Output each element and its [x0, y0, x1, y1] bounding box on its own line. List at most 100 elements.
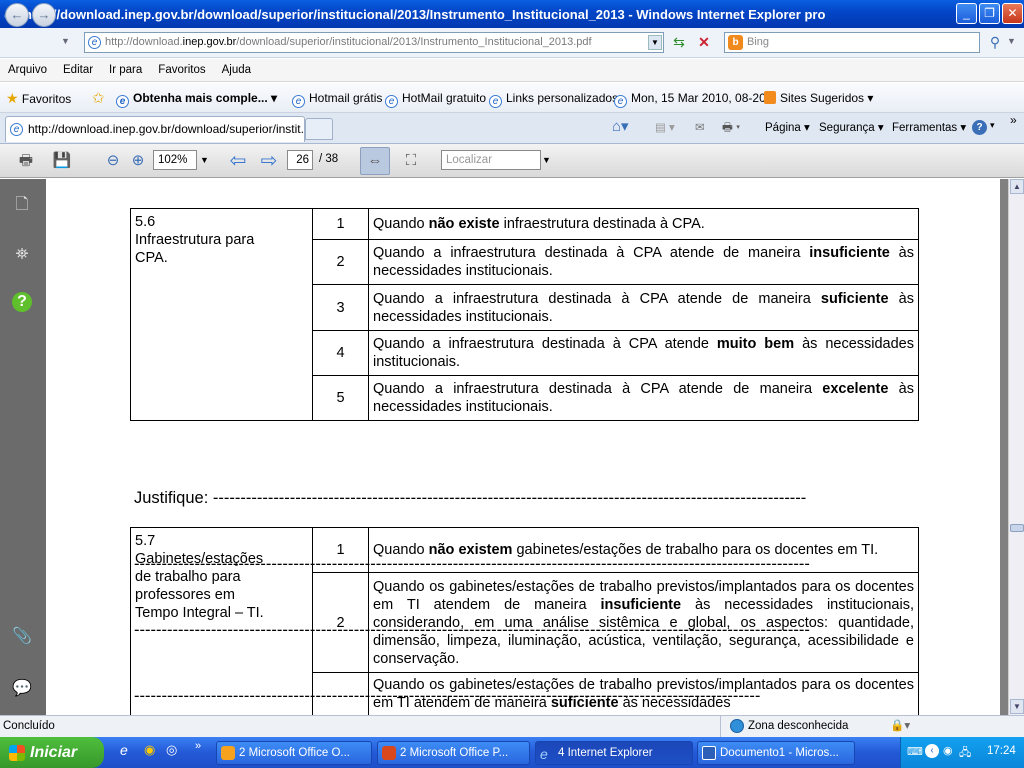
rating-number: 1 — [312, 208, 369, 240]
help-dropdown-icon[interactable]: ▾ — [990, 120, 995, 131]
mail-icon[interactable]: ✉ — [695, 120, 705, 134]
fav-item-obtenha[interactable]: e Obtenha mais comple... ▾ — [116, 91, 277, 108]
feeds-icon[interactable]: ▤ ▾ — [655, 120, 675, 134]
menu-bar: Arquivo Editar Ir para Favoritos Ajuda — [0, 59, 1024, 82]
stop-icon[interactable]: ✕ — [694, 32, 714, 53]
tray-expand-icon[interactable]: ‹ — [925, 744, 939, 758]
favorites-button[interactable]: ★ Favoritos — [6, 90, 71, 107]
fit-page-icon[interactable]: ⛶ — [400, 150, 422, 172]
menu-ferramentas[interactable]: Ferramentas ▾ — [892, 120, 966, 134]
start-button[interactable]: Iniciar — [0, 737, 104, 768]
print-icon[interactable]: 🖶 ▾ — [722, 120, 740, 139]
menu-arquivo[interactable]: Arquivo — [0, 64, 55, 76]
scroll-up-icon[interactable]: ▲ — [1010, 179, 1024, 194]
quicklaunch-app-icon[interactable]: ◎ — [166, 742, 177, 758]
pdf-print-icon[interactable]: 🖶 — [15, 150, 37, 172]
tray-app-icon[interactable]: ◉ — [943, 744, 953, 757]
window-title: http://download.inep.gov.br/download/sup… — [24, 6, 826, 22]
title-bar: e http://download.inep.gov.br/download/s… — [0, 0, 1024, 28]
more-commands-icon[interactable]: » — [1010, 113, 1017, 127]
help-icon[interactable]: ? — [12, 292, 32, 312]
network-icon[interactable]: 🖧 — [959, 744, 971, 763]
task-office-outlook[interactable]: 2 Microsoft Office O... — [216, 741, 372, 765]
binoculars-icon[interactable]: ⛯ — [10, 243, 34, 267]
forward-button[interactable]: → — [32, 3, 56, 27]
fav-item-date[interactable]: e Mon, 15 Mar 2010, 08-20 — [614, 91, 766, 108]
pages-icon[interactable]: 🗋 — [10, 193, 34, 217]
find-input[interactable]: Localizar — [441, 150, 541, 170]
rating-number: 5 — [312, 375, 369, 421]
new-tab-button[interactable] — [305, 118, 333, 140]
close-button[interactable]: ✕ — [1002, 3, 1023, 24]
scroll-down-icon[interactable]: ▼ — [1010, 699, 1024, 714]
menu-favoritos[interactable]: Favoritos — [150, 64, 213, 76]
menu-ajuda[interactable]: Ajuda — [214, 64, 259, 76]
minimize-button[interactable]: _ — [956, 3, 977, 24]
home-icon[interactable]: ⌂▾ — [612, 117, 629, 135]
criteria-table-5-7: 5.7 Gabinetes/estações de trabalho para p… — [130, 527, 919, 715]
find-dropdown-icon[interactable]: ▼ — [542, 155, 551, 165]
fav-item-hotmail-gratuito[interactable]: e HotMail gratuito — [385, 91, 486, 108]
star-icon: ★ — [6, 90, 19, 106]
command-label: Página — [765, 122, 801, 134]
menu-pagina[interactable]: Página ▾ — [765, 120, 810, 134]
protected-mode-icon[interactable]: 🔒▾ — [890, 718, 910, 732]
menu-ir-para[interactable]: Ir para — [101, 64, 150, 76]
search-options-icon[interactable]: ▼ — [1007, 36, 1016, 46]
menu-seguranca[interactable]: Segurança ▾ — [819, 120, 884, 134]
comments-icon[interactable]: 💬 — [10, 677, 34, 701]
rating-description: Quando a infraestrutura destinada à CPA … — [368, 375, 919, 421]
search-icon[interactable]: ⚲ — [984, 32, 1006, 53]
add-favorite-icon[interactable]: ✩ — [92, 89, 105, 107]
rating-number: 4 — [312, 330, 369, 376]
zone-text: Zona desconhecida — [748, 720, 849, 732]
rating-description: Quando não existe infraestrutura destina… — [368, 208, 919, 240]
desc-text: Quando a infraestrutura destinada à CPA … — [373, 336, 717, 352]
refresh-icon[interactable]: ⇆ — [669, 32, 689, 53]
ie-page-icon: e — [489, 95, 502, 108]
quicklaunch-ie-icon[interactable]: e — [120, 742, 128, 758]
status-divider — [720, 716, 721, 738]
pdf-save-icon[interactable]: 💾 — [51, 150, 73, 172]
search-placeholder: Bing — [747, 36, 770, 48]
vertical-scrollbar[interactable]: ▲ ▼ — [1008, 179, 1024, 715]
tab-current[interactable]: e http://download.inep.gov.br/download/s… — [5, 116, 305, 142]
page-number-field[interactable]: 26 — [287, 150, 313, 170]
recent-pages-dropdown-icon[interactable]: ▼ — [61, 36, 70, 46]
help-icon[interactable]: ? — [972, 120, 987, 135]
fav-item-sites-sugeridos[interactable]: Sites Sugeridos ▾ — [764, 91, 873, 105]
fit-width-icon[interactable]: ⇔ — [360, 147, 390, 175]
scroll-thumb[interactable] — [1010, 524, 1024, 532]
zoom-field[interactable]: 102% — [153, 150, 197, 170]
ie-page-icon: e — [116, 95, 129, 108]
zoom-out-icon[interactable]: ⊖ — [102, 150, 124, 172]
pdf-side-panel: 🗋 ⛯ ? 📎 💬 — [0, 179, 46, 715]
rating-description: Quando os gabinetes/estações de trabalho… — [368, 672, 919, 715]
attachment-icon[interactable]: 📎 — [10, 625, 34, 649]
fav-item-links[interactable]: e Links personalizados — [489, 91, 618, 108]
fav-item-hotmail-gratis[interactable]: e Hotmail grátis — [292, 91, 382, 108]
status-text: Concluído — [3, 720, 55, 732]
task-internet-explorer[interactable]: e 4 Internet Explorer — [535, 741, 693, 765]
desc-text: Quando a infraestrutura destinada à CPA … — [373, 381, 823, 397]
keyboard-icon[interactable]: ⌨ — [907, 745, 923, 758]
task-office-powerpoint[interactable]: 2 Microsoft Office P... — [377, 741, 530, 765]
status-bar: Concluído Zona desconhecida 🔒▾ — [0, 715, 1024, 738]
url-domain: inep.gov.br — [182, 36, 237, 48]
zoom-in-icon[interactable]: ⊕ — [127, 150, 149, 172]
menu-editar[interactable]: Editar — [55, 64, 101, 76]
zoom-dropdown-icon[interactable]: ▼ — [200, 155, 209, 165]
previous-page-icon[interactable]: ⇦ — [227, 150, 249, 172]
search-input[interactable]: b Bing — [724, 32, 980, 53]
next-page-icon[interactable]: ⇨ — [258, 150, 280, 172]
address-input[interactable]: e http://download.inep.gov.br/download/s… — [84, 32, 664, 53]
quicklaunch-more-icon[interactable]: » — [195, 740, 201, 752]
address-dropdown-icon[interactable]: ▼ — [648, 35, 662, 50]
tab-label: http://download.inep.gov.br/download/sup… — [28, 122, 305, 136]
page-icon: e — [88, 36, 101, 49]
rating-number — [312, 672, 369, 715]
back-button[interactable]: ← — [5, 3, 29, 27]
restore-button[interactable]: ❐ — [979, 3, 1000, 24]
quicklaunch-outlook-icon[interactable]: ◉ — [144, 742, 155, 758]
task-word-document[interactable]: Documento1 - Micros... — [697, 741, 855, 765]
